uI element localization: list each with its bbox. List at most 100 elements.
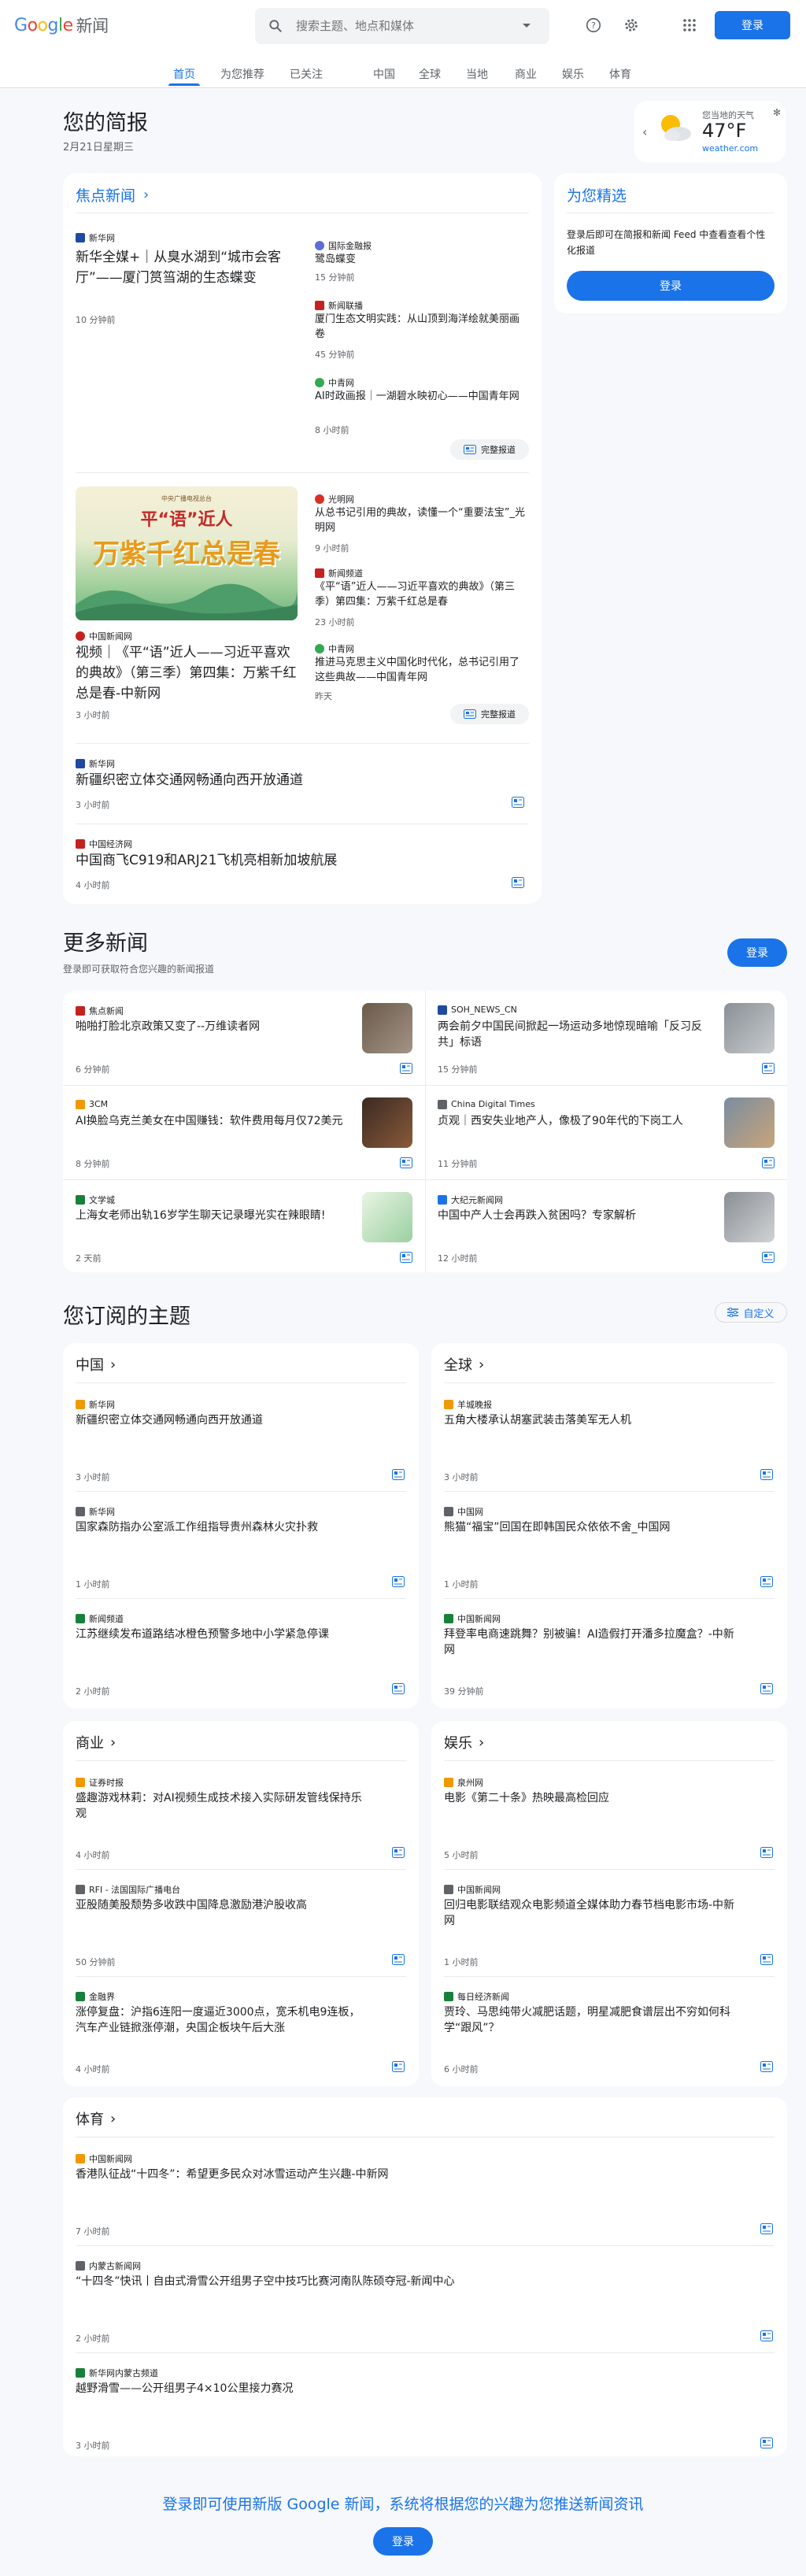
weather-more-icon[interactable]: ✻	[773, 107, 781, 118]
tab-for-you[interactable]: 为您推荐	[220, 66, 264, 82]
single-source[interactable]: 新华网	[76, 757, 115, 770]
full-coverage-button[interactable]: 完整报道	[450, 704, 529, 724]
full-coverage-icon[interactable]	[512, 797, 524, 808]
full-coverage-icon[interactable]	[760, 2061, 773, 2072]
weather-card[interactable]: ‹ 您当地的天气 47°F weather.com ✻	[634, 101, 786, 162]
more-news-thumbnail[interactable]	[724, 1003, 775, 1053]
side1-source[interactable]: 国际金融报	[315, 239, 372, 252]
full-coverage-icon[interactable]	[400, 1157, 412, 1168]
topic-item-title[interactable]: 拜登率电商速跳舞？别被骗！AI造假打开潘多拉魔盒？-中新网	[444, 1627, 737, 1658]
side2-title[interactable]: 《平“语”近人——习近平喜欢的典故》（第三季）第四集：万紫千红总是春	[315, 579, 529, 609]
tab-world[interactable]: 全球	[419, 66, 441, 82]
side2-source[interactable]: 光明网	[315, 493, 354, 505]
more-news-source[interactable]: 大纪元新闻网	[438, 1194, 503, 1206]
full-coverage-icon[interactable]	[760, 2330, 773, 2341]
topic-item-source[interactable]: 证券时报	[76, 1776, 124, 1789]
more-news-source[interactable]: SOH_NEWS_CN	[438, 1005, 517, 1015]
tab-business[interactable]: 商业	[515, 66, 537, 82]
more-news-title[interactable]: 贞观｜西安失业地产人，像极了90年代的下岗工人	[438, 1113, 713, 1129]
full-coverage-icon[interactable]	[762, 1063, 775, 1074]
topic-item-source[interactable]: 新闻频道	[76, 1612, 124, 1625]
more-news-login-button[interactable]: 登录	[727, 938, 787, 967]
full-coverage-icon[interactable]	[392, 1576, 405, 1587]
topic-item-source[interactable]: 泉州网	[444, 1776, 483, 1789]
more-news-source[interactable]: China Digital Times	[438, 1099, 535, 1109]
full-coverage-icon[interactable]	[400, 1063, 412, 1074]
tab-sports[interactable]: 体育	[609, 66, 631, 82]
topic-header-link[interactable]: 娱乐 ›	[444, 1732, 484, 1752]
topic-item-source[interactable]: RFI - 法国国际广播电台	[76, 1883, 180, 1896]
tab-entertainment[interactable]: 娱乐	[562, 66, 584, 82]
footer-login-button[interactable]: 登录	[373, 2527, 433, 2556]
more-news-source[interactable]: 焦点新闻	[76, 1005, 124, 1017]
topic-item-source[interactable]: 中国新闻网	[76, 2152, 132, 2165]
full-coverage-icon[interactable]	[760, 1576, 773, 1587]
topic-item-source[interactable]: 中国新闻网	[444, 1612, 501, 1625]
more-news-thumbnail[interactable]	[724, 1192, 775, 1242]
customize-button[interactable]: 自定义	[715, 1302, 787, 1323]
topic-header-link[interactable]: 体育 ›	[76, 2108, 116, 2129]
more-news-source[interactable]: 3CM	[76, 1099, 108, 1109]
full-coverage-icon[interactable]	[762, 1252, 775, 1263]
more-news-title[interactable]: 中国中产人士会再跌入贫困吗？专家解析	[438, 1208, 713, 1223]
more-news-thumbnail[interactable]	[724, 1097, 775, 1148]
full-coverage-icon[interactable]	[760, 1954, 773, 1965]
tab-home[interactable]: 首页	[173, 66, 195, 82]
side2-title[interactable]: 推进马克思主义中国化时代化，总书记引用了这些典故——中国青年网	[315, 655, 529, 685]
more-news-title[interactable]: AI换脸乌克兰美女在中国赚钱：软件费用每月仅72美元	[76, 1113, 351, 1129]
picks-login-button[interactable]: 登录	[567, 271, 775, 301]
side1-title[interactable]: 厦门生态文明实践：从山顶到海洋绘就美丽画卷	[315, 312, 529, 342]
side2-title[interactable]: 从总书记引用的典故，读懂一个“重要法宝”_光明网	[315, 505, 529, 535]
full-coverage-icon[interactable]	[392, 1469, 405, 1480]
topic-item-title[interactable]: 亚股随美股颓势多收跌中国降息激励港沪股收高	[76, 1897, 368, 1913]
topic-header-link[interactable]: 商业 ›	[76, 1732, 116, 1752]
topic-item-title[interactable]: 电影《第二十条》热映最高检回应	[444, 1790, 737, 1806]
more-news-title[interactable]: 啪啪打脸北京政策又变了--万维读者网	[76, 1019, 351, 1034]
full-coverage-icon[interactable]	[512, 877, 524, 888]
header-login-button[interactable]: 登录	[715, 11, 790, 39]
topic-header-link[interactable]: 全球 ›	[444, 1354, 484, 1375]
topic-item-title[interactable]: 回归电影联结观众电影频道全媒体助力春节档电影市场-中新网	[444, 1897, 737, 1929]
full-coverage-icon[interactable]	[760, 2223, 773, 2234]
topic-header-link[interactable]: 中国 ›	[76, 1354, 116, 1375]
google-news-logo[interactable]: Google 新闻	[14, 13, 109, 38]
single-title[interactable]: 新疆织密立体交通网畅通向西开放通道	[76, 770, 516, 790]
tab-following[interactable]: 已关注	[290, 66, 323, 82]
topic-item-title[interactable]: “十四冬”快讯丨自由式滑雪公开组男子空中技巧比赛河南队陈硕夺冠-新闻中心	[76, 2274, 737, 2289]
topic-item-title[interactable]: 五角大楼承认胡塞武装击落美军无人机	[444, 1412, 737, 1428]
topic-item-title[interactable]: 涨停复盘：沪指6连阳一度逼近3000点，宽禾机电9连板，汽车产业链掀涨停潮，央国…	[76, 2004, 368, 2036]
more-news-source[interactable]: 文学城	[76, 1194, 115, 1206]
lead1-source[interactable]: 新华网	[76, 231, 115, 244]
search-dropdown-icon[interactable]	[523, 24, 531, 28]
full-coverage-icon[interactable]	[392, 1683, 405, 1694]
more-news-thumbnail[interactable]	[362, 1003, 412, 1053]
weather-source[interactable]: weather.com	[702, 143, 758, 154]
search-box[interactable]	[255, 8, 549, 44]
single-title[interactable]: 中国商飞C919和ARJ21飞机亮相新加坡航展	[76, 850, 516, 871]
topic-item-source[interactable]: 新华网	[76, 1505, 115, 1518]
topic-item-title[interactable]: 盛趣游戏林莉：对AI视频生成技术接入实际研发管线保持乐观	[76, 1790, 368, 1822]
lead2-image[interactable]: 中央广播电视总台 平“语”近人 万紫千红总是春	[76, 487, 298, 620]
side2-source[interactable]: 新闻频道	[315, 567, 363, 579]
full-coverage-icon[interactable]	[392, 2061, 405, 2072]
topic-item-title[interactable]: 新疆织密立体交通网畅通向西开放通道	[76, 1412, 368, 1428]
topic-item-title[interactable]: 香港队征战“十四冬”：希望更多民众对冰雪运动产生兴趣-中新网	[76, 2167, 737, 2182]
more-news-title[interactable]: 上海女老师出轨16岁学生聊天记录曝光实在辣眼睛!	[76, 1208, 351, 1223]
full-coverage-icon[interactable]	[392, 1847, 405, 1858]
topic-item-title[interactable]: 熊猫“福宝”回国在即韩国民众依依不舍_中国网	[444, 1519, 737, 1535]
more-news-title[interactable]: 两会前夕中国民间掀起一场运动多地惊现暗喻「反习反共」标语	[438, 1019, 713, 1050]
apps-grid-icon[interactable]	[678, 14, 701, 36]
topic-item-source[interactable]: 金融界	[76, 1990, 115, 2003]
side1-title[interactable]: AI时政画报｜一湖碧水映初心——中国青年网	[315, 389, 529, 404]
top-stories-link[interactable]: 焦点新闻 ›	[76, 184, 149, 205]
topic-item-title[interactable]: 国家森防指办公室派工作组指导贵州森林火灾扑救	[76, 1519, 368, 1535]
settings-gear-icon[interactable]	[620, 14, 642, 36]
full-coverage-icon[interactable]	[392, 1954, 405, 1965]
full-coverage-icon[interactable]	[760, 1847, 773, 1858]
topic-item-source[interactable]: 每日经济新闻	[444, 1990, 509, 2003]
side1-title[interactable]: 鹭岛蝶变	[315, 252, 529, 267]
topic-item-title[interactable]: 越野滑雪——公开组男子4×10公里接力赛况	[76, 2381, 737, 2396]
lead1-title[interactable]: 新华全媒+｜从臭水湖到“城市会客厅”——厦门筼筜湖的生态蝶变	[76, 247, 296, 288]
more-news-thumbnail[interactable]	[362, 1097, 412, 1148]
full-coverage-icon[interactable]	[760, 1469, 773, 1480]
